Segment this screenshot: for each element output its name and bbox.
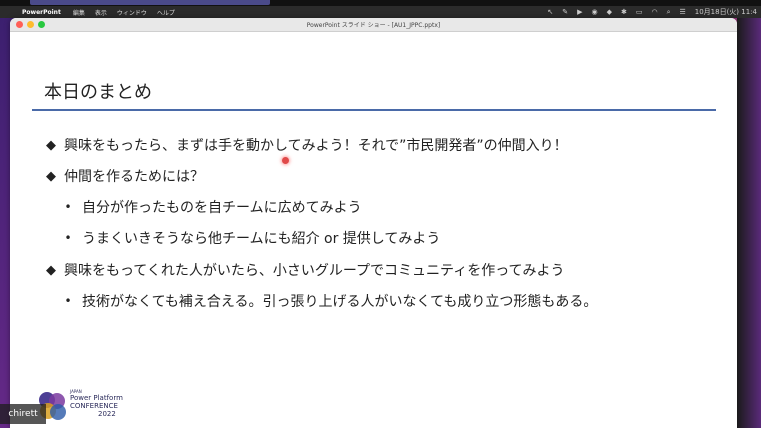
bullet-text: 自分が作ったものを自チームに広めてみよう — [82, 200, 362, 216]
close-button[interactable] — [16, 21, 23, 28]
control-center-icon[interactable]: ☰ — [679, 8, 685, 16]
minimize-button[interactable] — [27, 21, 34, 28]
bullet-text: 仲間を作るためには？ — [64, 169, 204, 185]
window-title: PowerPoint スライド ショー - [AU1_JPPC.pptx] — [306, 22, 441, 29]
diamond-bullet-icon: ◆ — [46, 137, 56, 153]
play-icon[interactable]: ▶ — [577, 8, 582, 16]
battery-icon[interactable]: ▭ — [636, 8, 643, 16]
sub-bullet-item: • 技術がなくても補え合える。引っ張り上げる人がいなくても成り立つ形態もある。 — [54, 291, 597, 311]
share-bar — [30, 0, 270, 5]
dot-bullet-icon: • — [64, 231, 72, 245]
participant-name-tag: chirett — [0, 404, 46, 424]
diamond-bullet-icon: ◆ — [46, 168, 56, 184]
diamond-bullet-icon: ◆ — [46, 262, 56, 278]
status-icons: ↖ ✎ ▶ ◉ ◆ ✱ ▭ ◠ ⌕ ☰ 10月18日(火) 11:4 — [547, 6, 757, 18]
menu-bar: PowerPoint 編集 表示 ウィンドウ ヘルプ ↖ ✎ ▶ ◉ ◆ ✱ ▭… — [0, 6, 761, 18]
menu-edit[interactable]: 編集 — [73, 8, 85, 17]
window-titlebar[interactable]: PowerPoint スライド ショー - [AU1_JPPC.pptx] — [10, 18, 737, 32]
desktop-edge — [737, 18, 761, 428]
pen-icon[interactable]: ✎ — [562, 8, 568, 16]
sub-bullet-item: • 自分が作ったものを自チームに広めてみよう — [54, 197, 362, 217]
slide-title: 本日のまとめ — [44, 82, 152, 103]
conference-logo: JAPAN Power Platform CONFERENCE 2022 — [36, 383, 146, 428]
title-divider — [32, 109, 716, 111]
bullet-item: ◆ 興味をもってくれた人がいたら、小さいグループでコミュニティを作ってみよう — [46, 260, 565, 280]
search-icon[interactable]: ⌕ — [667, 8, 671, 17]
dot-bullet-icon: • — [64, 200, 72, 214]
circle-icon[interactable]: ◉ — [591, 8, 597, 16]
sub-bullet-item: • うまくいきそうなら他チームにも紹介 or 提供してみよう — [54, 228, 440, 248]
bullet-item: ◆ 仲間を作るためには？ — [46, 166, 204, 186]
cursor-icon[interactable]: ↖ — [547, 8, 553, 16]
laser-pointer-dot — [282, 157, 289, 164]
wifi-icon[interactable]: ◠ — [651, 8, 657, 16]
menu-view[interactable]: 表示 — [95, 8, 107, 17]
menu-app-name[interactable]: PowerPoint — [22, 9, 61, 16]
maximize-button[interactable] — [38, 21, 45, 28]
bullet-text: うまくいきそうなら他チームにも紹介 or 提供してみよう — [82, 231, 441, 247]
menu-window[interactable]: ウィンドウ — [117, 8, 147, 17]
menu-help[interactable]: ヘルプ — [157, 8, 175, 17]
bluetooth-icon[interactable]: ✱ — [621, 8, 627, 16]
slideshow-window: PowerPoint スライド ショー - [AU1_JPPC.pptx] 本日… — [10, 18, 737, 428]
bullet-text: 興味をもってくれた人がいたら、小さいグループでコミュニティを作ってみよう — [64, 263, 565, 279]
dropbox-icon[interactable]: ◆ — [607, 8, 612, 16]
conference-logo-text: JAPAN Power Platform CONFERENCE 2022 — [70, 390, 123, 418]
bullet-text: 技術がなくても補え合える。引っ張り上げる人がいなくても成り立つ形態もある。 — [82, 294, 598, 310]
logo-line-2: Power Platform — [70, 394, 123, 402]
menu-clock[interactable]: 10月18日(火) 11:4 — [695, 7, 757, 17]
logo-line-3: CONFERENCE — [70, 402, 118, 410]
window-controls — [16, 21, 45, 28]
dot-bullet-icon: • — [64, 294, 72, 308]
logo-line-4: 2022 — [98, 410, 116, 418]
bullet-item: ◆ 興味をもったら、まずは手を動かしてみよう！それで”市民開発者”の仲間入り！ — [46, 135, 568, 155]
bullet-text: 興味をもったら、まずは手を動かしてみよう！それで”市民開発者”の仲間入り！ — [64, 138, 568, 154]
slide-canvas[interactable]: 本日のまとめ ◆ 興味をもったら、まずは手を動かしてみよう！それで”市民開発者”… — [10, 32, 737, 428]
